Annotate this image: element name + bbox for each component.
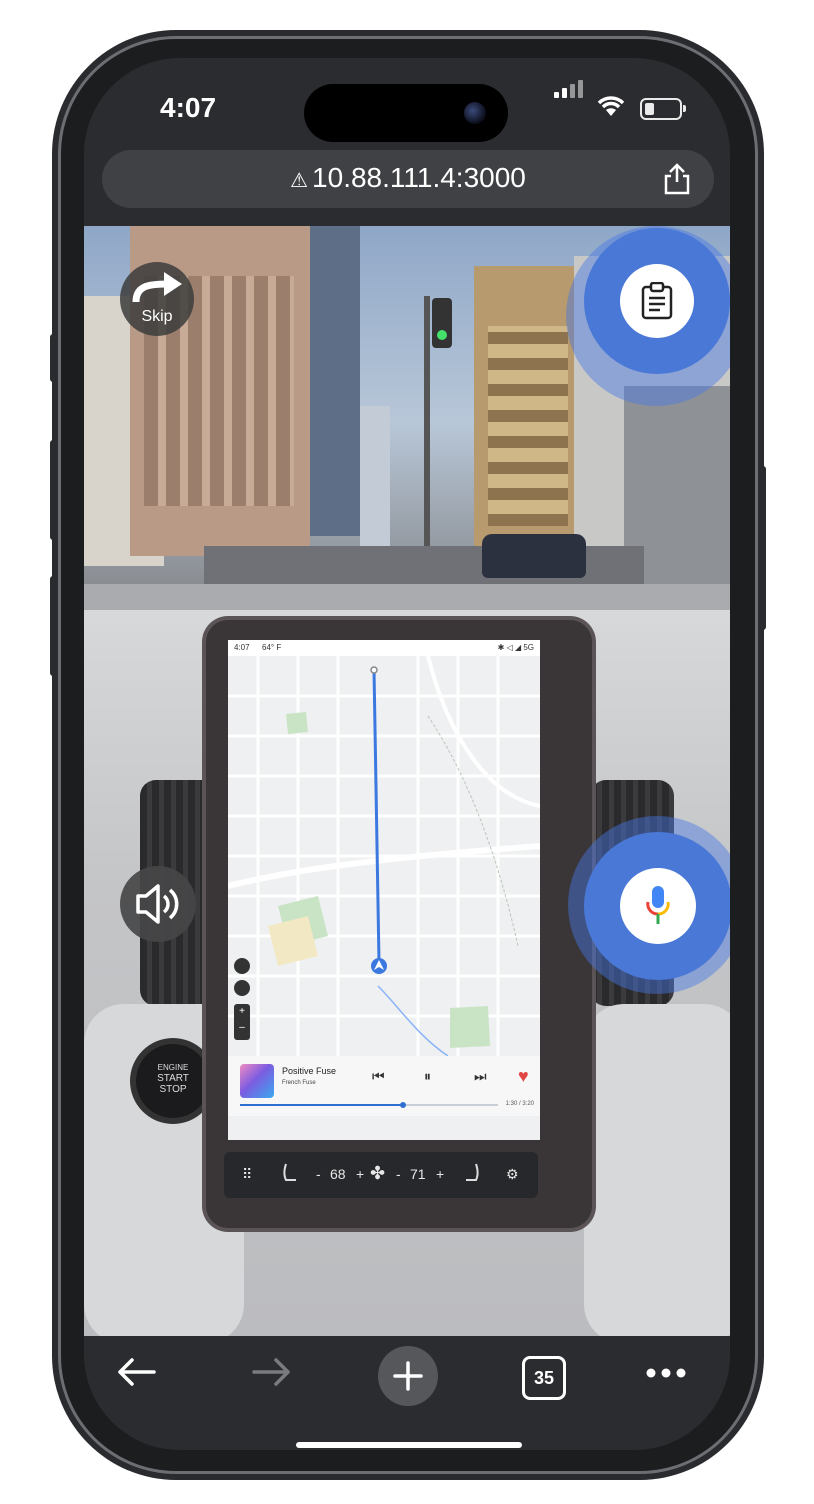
climate-bar: ⠿ - 68 + ✤ - 71 + ⚙ bbox=[224, 1152, 538, 1198]
mute-switch bbox=[50, 334, 58, 382]
car-status-bar: 4:07 64° F ✱ ◁ ◢ 5G bbox=[228, 640, 540, 656]
previous-track-icon[interactable]: ⏮ bbox=[372, 1068, 385, 1085]
car-status-temp: 64° F bbox=[262, 643, 282, 652]
playback-time: 1:30 / 3:20 bbox=[505, 1101, 534, 1107]
favorite-heart-icon[interactable]: ♥ bbox=[518, 1066, 529, 1087]
pause-icon[interactable]: ⏸ bbox=[424, 1068, 431, 1085]
tab-switcher-button[interactable]: 35 bbox=[522, 1356, 566, 1400]
browser-toolbar: 35 bbox=[84, 1336, 730, 1450]
next-track-icon[interactable]: ⏭ bbox=[474, 1068, 487, 1085]
song-title: Positive Fuse bbox=[282, 1066, 337, 1076]
home-indicator bbox=[296, 1442, 522, 1448]
passenger-temp-plus-button[interactable]: + bbox=[436, 1166, 444, 1182]
voice-assistant-button[interactable] bbox=[620, 868, 696, 944]
engine-start-stop-button[interactable]: ENGINE START STOP bbox=[136, 1044, 210, 1118]
skip-button[interactable]: Skip bbox=[120, 262, 194, 336]
more-options-icon[interactable] bbox=[646, 1368, 686, 1378]
driver-temp-plus-button[interactable]: + bbox=[356, 1166, 364, 1182]
zoom-control[interactable]: + – bbox=[234, 1004, 250, 1040]
playback-progress-handle[interactable] bbox=[399, 1102, 406, 1108]
car-ahead bbox=[482, 534, 586, 578]
compass-icon[interactable] bbox=[234, 958, 250, 974]
volume-up-button bbox=[50, 440, 58, 540]
forward-arrow-icon bbox=[252, 1358, 290, 1386]
infotainment-bezel: 4:07 64° F ✱ ◁ ◢ 5G + – Positive Fuse Fr… bbox=[206, 620, 592, 1228]
volume-down-button bbox=[50, 576, 58, 676]
web-content: Skip ENGINE START STOP 4:07 64° F ✱ ◁ ◢ … bbox=[84, 226, 730, 1336]
phone-screen: 4:07 ⚠ 10.88.111.4:3000 Skip ENGINE STAR… bbox=[84, 58, 730, 1450]
new-tab-button[interactable] bbox=[378, 1346, 438, 1406]
passenger-temp-minus-button[interactable]: - bbox=[396, 1166, 401, 1182]
driver-seat-heat-icon[interactable] bbox=[282, 1162, 298, 1186]
skip-label: Skip bbox=[141, 308, 173, 325]
clipboard-icon bbox=[641, 282, 673, 320]
status-icons bbox=[554, 80, 704, 120]
app-grid-icon[interactable]: ⠿ bbox=[242, 1166, 252, 1183]
speaker-icon bbox=[136, 884, 179, 924]
traffic-light bbox=[432, 298, 452, 348]
clipboard-button[interactable] bbox=[620, 264, 694, 338]
battery-icon bbox=[640, 98, 686, 120]
warning-icon: ⚠ bbox=[290, 170, 309, 192]
album-art[interactable] bbox=[240, 1064, 274, 1098]
car-status-icons: ✱ ◁ ◢ 5G bbox=[497, 643, 534, 652]
playback-progress-bar[interactable] bbox=[240, 1102, 498, 1108]
passenger-seat-heat-icon[interactable] bbox=[464, 1162, 480, 1186]
artist-name: French Fuse bbox=[282, 1080, 316, 1086]
status-time: 4:07 bbox=[160, 92, 217, 123]
dynamic-island bbox=[304, 84, 508, 142]
back-arrow-icon[interactable] bbox=[116, 1356, 156, 1388]
recenter-icon[interactable] bbox=[234, 980, 250, 996]
address-bar[interactable]: ⚠ 10.88.111.4:3000 bbox=[102, 150, 714, 208]
wifi-icon bbox=[597, 96, 625, 116]
url-text[interactable]: ⚠ 10.88.111.4:3000 bbox=[102, 162, 714, 194]
fan-icon[interactable]: ✤ bbox=[370, 1163, 385, 1184]
driver-temp-value: 68 bbox=[330, 1166, 346, 1182]
navigation-map[interactable] bbox=[228, 656, 540, 1056]
share-icon[interactable] bbox=[662, 162, 692, 196]
microphone-icon bbox=[646, 886, 670, 924]
route-start-marker bbox=[370, 666, 378, 674]
settings-gear-icon[interactable]: ⚙ bbox=[506, 1166, 519, 1183]
passenger-temp-value: 71 bbox=[410, 1166, 426, 1182]
power-button bbox=[758, 466, 766, 630]
driver-temp-minus-button[interactable]: - bbox=[316, 1166, 321, 1182]
camera-icon bbox=[464, 102, 486, 124]
media-player: Positive Fuse French Fuse ⏮ ⏸ ⏭ ♥ 1:30 /… bbox=[228, 1056, 540, 1116]
infotainment-screen: 4:07 64° F ✱ ◁ ◢ 5G + – Positive Fuse Fr… bbox=[228, 640, 540, 1140]
arrow-turn-right-icon bbox=[132, 272, 182, 303]
plus-icon bbox=[393, 1361, 423, 1391]
volume-button[interactable] bbox=[120, 866, 196, 942]
car-status-time: 4:07 bbox=[234, 643, 250, 652]
